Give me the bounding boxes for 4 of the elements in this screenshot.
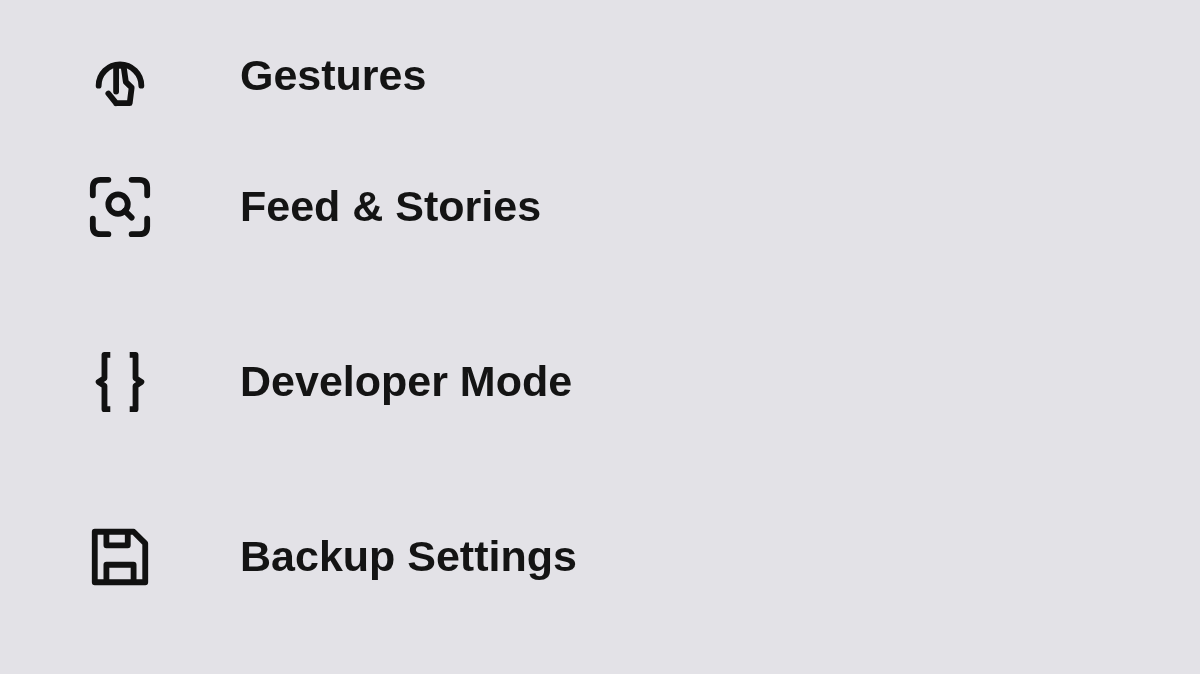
- menu-item-label[interactable]: Feed & Stories: [240, 182, 542, 231]
- menu-item-label[interactable]: Gestures: [240, 51, 427, 100]
- menu-item-label[interactable]: Developer Mode: [240, 357, 573, 406]
- menu-item-label[interactable]: Backup Settings: [240, 532, 577, 581]
